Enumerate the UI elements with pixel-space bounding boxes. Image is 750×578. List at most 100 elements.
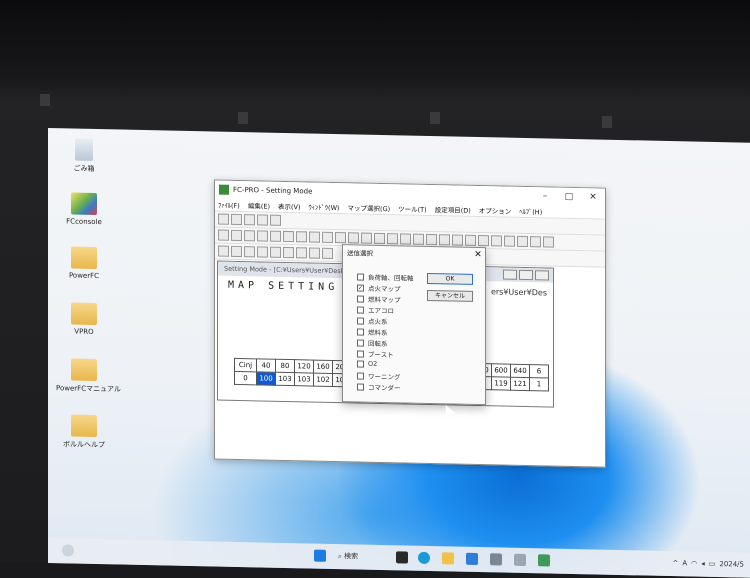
setting-tool-icon[interactable] — [270, 246, 281, 258]
map-tool-icon[interactable] — [335, 232, 346, 244]
option-ignition-system[interactable]: 点火系 — [357, 315, 388, 326]
map-tool-icon[interactable] — [413, 233, 424, 245]
checkbox-checked[interactable]: ✓ — [357, 283, 364, 292]
grid-cell[interactable]: 103 — [275, 372, 295, 386]
option-commander[interactable]: コマンダー — [357, 381, 401, 392]
setting-tool-icon[interactable] — [296, 247, 307, 259]
option-boost[interactable]: ブースト — [357, 348, 394, 359]
map-tool-icon[interactable] — [322, 231, 333, 243]
map-tool-icon[interactable] — [387, 233, 398, 245]
desktop-icon-vpro[interactable]: VPRO — [56, 302, 112, 336]
grid-cell[interactable]: 1 — [529, 377, 549, 391]
open-icon[interactable] — [218, 213, 229, 225]
map-tool-icon[interactable] — [517, 235, 528, 248]
start-icon[interactable] — [314, 549, 326, 562]
setting-tool-icon[interactable] — [231, 245, 242, 258]
map-tool-icon[interactable] — [361, 232, 372, 244]
map-tool-icon[interactable] — [283, 230, 294, 243]
grid-cell-selected[interactable]: 100 — [256, 371, 276, 386]
store-icon[interactable] — [466, 552, 478, 566]
checkbox[interactable] — [357, 327, 364, 336]
map-tool-icon[interactable] — [270, 230, 281, 242]
setting-tool-icon[interactable] — [257, 246, 268, 258]
menu-help[interactable]: ﾍﾙﾌﾟ(H) — [519, 205, 542, 215]
map-tool-icon[interactable] — [218, 229, 229, 241]
desktop-icon-recycle-bin[interactable]: ごみ箱 — [56, 138, 112, 174]
child-close-button[interactable] — [535, 270, 549, 281]
map-tool-icon[interactable] — [426, 233, 437, 246]
option-warning[interactable]: ワーニング — [357, 370, 401, 381]
battery-icon[interactable]: ▭ — [709, 560, 716, 568]
save-icon[interactable] — [231, 213, 242, 226]
settings-icon[interactable] — [490, 553, 502, 566]
dialog-close-button[interactable]: ✕ — [471, 250, 485, 260]
print-icon[interactable] — [244, 214, 255, 226]
menu-options[interactable]: オプション — [479, 205, 512, 216]
desktop-icon-fcconsole[interactable]: FCconsole — [56, 192, 112, 226]
map-tool-icon[interactable] — [257, 230, 268, 242]
option-aircon[interactable]: エアコロ — [357, 304, 394, 315]
chevron-up-icon[interactable]: ^ — [672, 559, 678, 567]
map-tool-icon[interactable] — [400, 233, 411, 245]
menu-window[interactable]: ｳｨﾝﾄﾞｳ(W) — [309, 201, 340, 212]
edge-icon[interactable] — [418, 551, 430, 565]
option-load-rpm-axis[interactable]: 負荷軸、回転軸 — [357, 271, 414, 283]
search-box[interactable]: ⌕ 検索 — [338, 551, 358, 561]
menu-edit[interactable]: 編集(E) — [248, 200, 270, 210]
grid-cell[interactable]: 119 — [491, 376, 511, 391]
ok-button[interactable]: OK — [427, 272, 473, 285]
map-tool-icon[interactable] — [439, 234, 450, 246]
checkbox[interactable] — [357, 338, 364, 347]
checkbox[interactable] — [357, 272, 364, 281]
setting-tool-icon[interactable] — [244, 246, 255, 258]
setting-tool-icon[interactable] — [283, 246, 294, 259]
child-minimize-button[interactable] — [503, 269, 517, 280]
checkbox[interactable] — [357, 316, 364, 325]
maximize-button[interactable]: □ — [557, 191, 581, 202]
task-view-icon[interactable] — [396, 551, 408, 564]
option-o2[interactable]: O2 — [357, 359, 377, 368]
child-maximize-button[interactable] — [519, 269, 533, 281]
option-ignition-map[interactable]: ✓ 点火マップ — [357, 282, 401, 293]
map-tool-icon[interactable] — [374, 232, 385, 245]
desktop-icon-powerfc[interactable]: PowerFC — [56, 246, 112, 280]
map-tool-icon[interactable] — [465, 234, 476, 246]
menu-map-select[interactable]: マップ選択(G) — [348, 202, 391, 213]
desktop-icon-manual[interactable]: PowerFCマニュアル — [56, 358, 121, 394]
checkbox[interactable] — [357, 359, 364, 368]
bulb-icon[interactable] — [257, 214, 268, 226]
map-tool-icon[interactable] — [296, 231, 307, 243]
setting-tool-icon[interactable] — [218, 245, 229, 257]
grid-cell[interactable]: 102 — [313, 373, 333, 387]
dialog-titlebar[interactable]: 送信選択 ✕ — [343, 245, 485, 262]
help-icon[interactable] — [270, 214, 281, 226]
menu-file[interactable]: ﾌｧｲﾙ(F) — [218, 199, 240, 209]
setting-tool-icon[interactable] — [322, 247, 333, 259]
camera-icon[interactable] — [514, 553, 526, 567]
checkbox[interactable] — [357, 305, 364, 314]
wifi-icon[interactable]: ◠ — [691, 559, 697, 567]
option-fuel-map[interactable]: 燃料マップ — [357, 293, 401, 304]
grid-cell[interactable]: 103 — [294, 372, 314, 387]
map-tool-icon[interactable] — [309, 231, 320, 243]
checkbox[interactable] — [357, 371, 364, 380]
close-button[interactable]: ✕ — [581, 192, 605, 203]
ime-indicator[interactable]: A — [682, 559, 687, 567]
desktop-icon-help[interactable]: ボルルヘルプ — [56, 414, 112, 450]
menu-view[interactable]: 表示(V) — [278, 200, 301, 210]
checkbox[interactable] — [357, 294, 364, 303]
grid-cell[interactable]: 121 — [510, 377, 530, 391]
map-tool-icon[interactable] — [478, 235, 489, 247]
map-tool-icon[interactable] — [530, 236, 541, 248]
clock[interactable]: 2024/5 — [719, 560, 744, 569]
checkbox[interactable] — [357, 349, 364, 358]
cancel-button[interactable]: キャンセル — [427, 289, 473, 302]
map-tool-icon[interactable] — [231, 229, 242, 242]
option-fuel-system[interactable]: 燃料系 — [357, 326, 388, 337]
map-tool-icon[interactable] — [452, 234, 463, 246]
map-tool-icon[interactable] — [348, 232, 359, 244]
map-tool-icon[interactable] — [543, 236, 554, 248]
app-taskbar-icon[interactable] — [538, 554, 550, 567]
volume-icon[interactable]: ◂ — [701, 560, 705, 568]
option-rpm-system[interactable]: 回転系 — [357, 337, 388, 348]
